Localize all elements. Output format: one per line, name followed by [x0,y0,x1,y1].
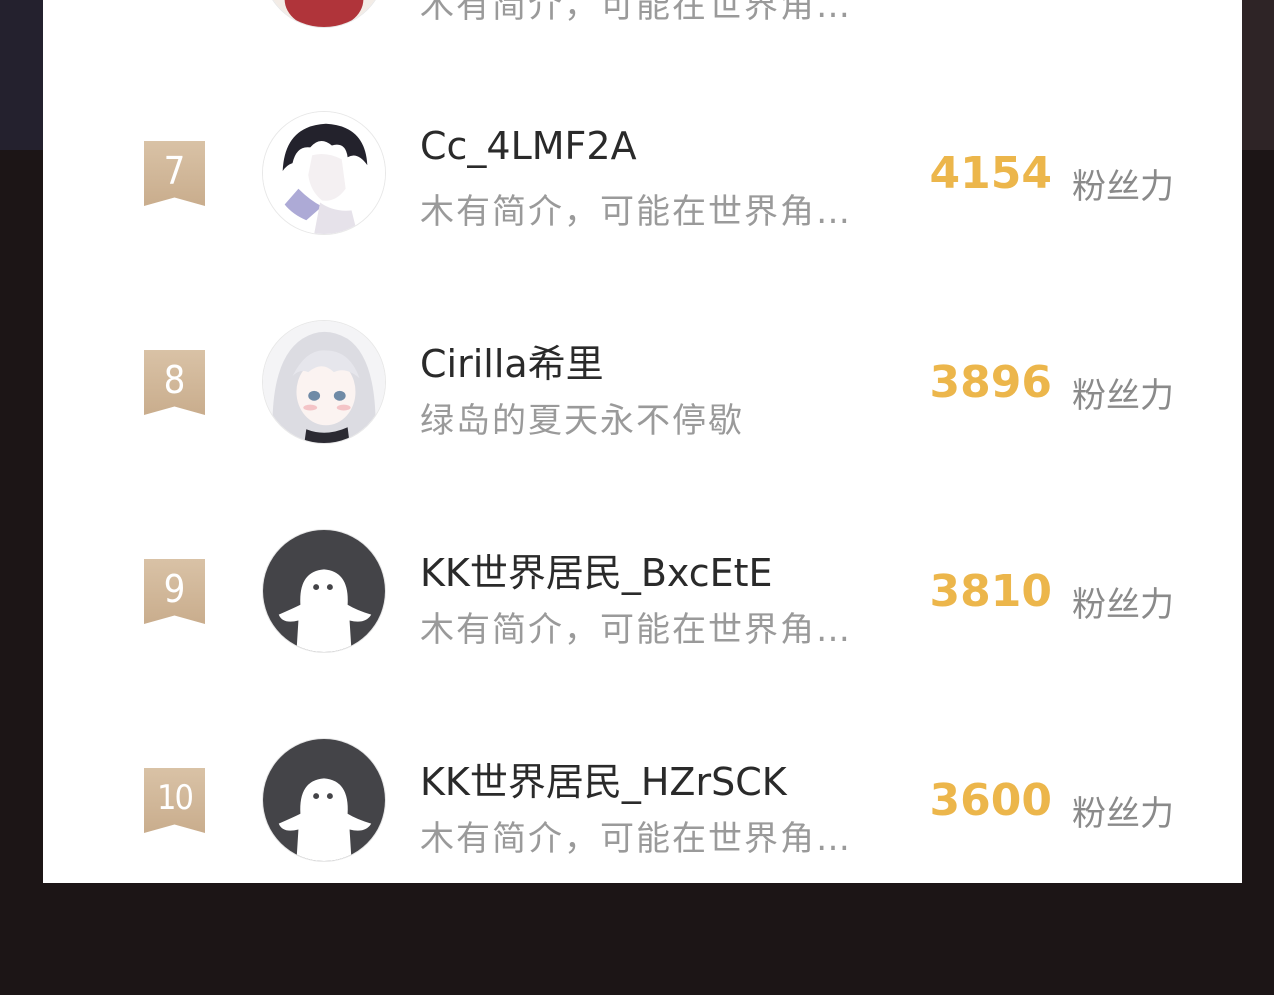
fan-power-score: 3600 [929,775,1052,826]
fan-power-score: 3810 [929,566,1052,617]
rank-badge: 9 [144,559,205,624]
user-name[interactable]: Cc_4LMF2A [420,124,637,168]
fan-power-label: 粉丝力 [1072,585,1174,625]
ranking-row[interactable]: 7 Cc_4LMF2A 木有简介，可能在世界角… 4154 粉丝力 [43,68,1242,277]
ranking-panel: 木有简介，可能在世界角… 7 Cc_4LMF2A 木有简介，可能在世界角… 41… [43,0,1242,883]
avatar [262,0,386,28]
user-bio: 木有简介，可能在世界角… [420,192,852,232]
user-name[interactable]: Cirilla希里 [420,333,604,388]
anime-girl-avatar[interactable] [262,320,386,444]
ranking-row[interactable]: 8 Cirilla希里 绿岛的夏天永不停歇 3896 粉丝力 [43,277,1242,486]
fan-power-label: 粉丝力 [1072,167,1174,207]
background-right [1240,0,1274,150]
rank-badge: 8 [144,350,205,415]
anime-boy-avatar[interactable] [262,111,386,235]
default-ghost-avatar[interactable] [262,529,386,653]
ranking-row-partial[interactable]: 木有简介，可能在世界角… [43,0,1242,29]
ranking-row[interactable]: 9 KK世界居民_BxcEtE 木有简介，可能在世界角… 3810 粉丝力 [43,486,1242,695]
rank-badge: 10 [144,768,205,833]
user-bio: 绿岛的夏天永不停歇 [420,401,744,441]
default-ghost-avatar[interactable] [262,738,386,862]
fan-power-score: 4154 [929,148,1052,199]
fan-power-score: 3896 [929,357,1052,408]
background-left [0,0,44,150]
ranking-row[interactable]: 10 KK世界居民_HZrSCK 木有简介，可能在世界角… 3600 粉丝力 [43,695,1242,883]
user-bio: 木有简介，可能在世界角… [420,819,852,859]
user-name[interactable]: KK世界居民_BxcEtE [420,542,773,597]
fan-power-label: 粉丝力 [1072,794,1174,834]
user-name[interactable]: KK世界居民_HZrSCK [420,751,787,806]
fan-power-label: 粉丝力 [1072,376,1174,416]
rank-badge: 7 [144,141,205,206]
user-bio: 木有简介，可能在世界角… [420,0,852,26]
user-bio: 木有简介，可能在世界角… [420,610,852,650]
